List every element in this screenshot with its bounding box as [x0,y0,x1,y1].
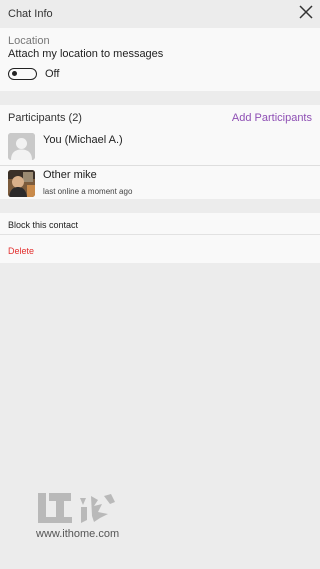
photo-avatar-image [8,170,35,197]
participants-heading: Participants (2) [8,112,82,124]
location-toggle[interactable] [8,68,37,80]
location-section: Location Attach my location to messages … [0,28,320,91]
close-icon[interactable] [298,4,314,20]
block-contact-label: Block this contact [8,220,79,230]
delete-button[interactable]: Delete [0,234,320,259]
location-heading: Location [8,35,50,47]
delete-label: Delete [8,246,35,256]
location-description: Attach my location to messages [8,48,164,60]
avatar [8,170,35,197]
participant-row-self[interactable]: You (Michael A.) [0,129,320,164]
person-icon [8,133,35,160]
toggle-state-label: Off [45,68,60,80]
avatar [8,133,35,160]
watermark-url: www.ithome.com [36,528,120,540]
page-title: Chat Info [8,8,53,20]
participant-name: You (Michael A.) [43,134,123,146]
header-bar: Chat Info [0,0,320,28]
participants-section: Participants (2) Add Participants You (M… [0,105,320,199]
participant-row-other[interactable]: Other mike last online a moment ago [0,165,320,200]
participant-status: last online a moment ago [43,187,133,196]
actions-section: Block this contact Delete [0,213,320,263]
toggle-knob [12,71,17,76]
add-participants-link[interactable]: Add Participants [232,112,312,124]
ithome-logo [38,493,115,523]
participant-name: Other mike [43,169,97,181]
